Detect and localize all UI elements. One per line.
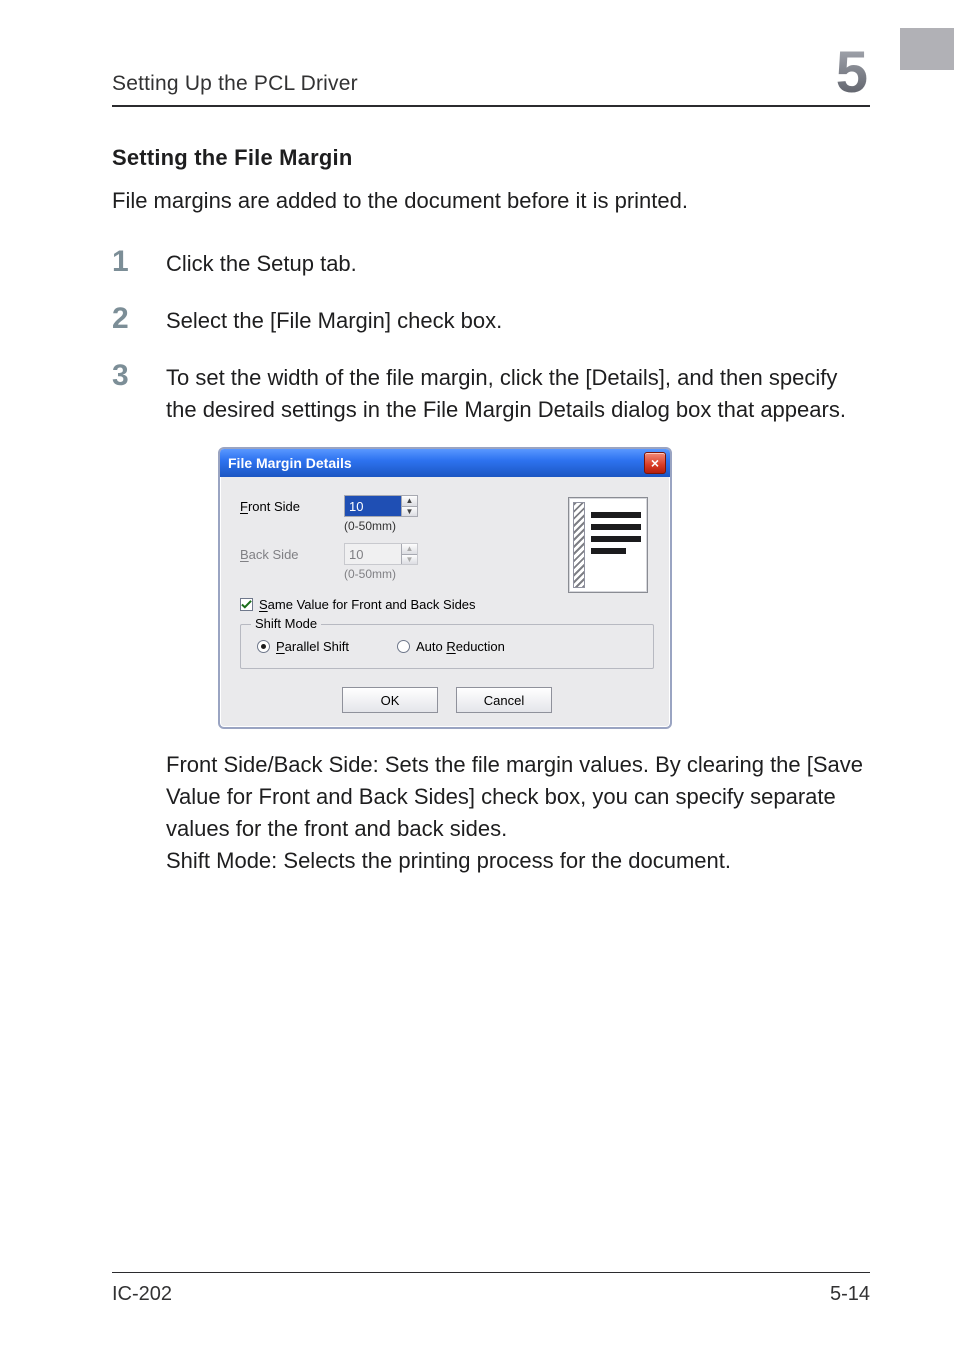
footer-left: IC-202 (112, 1283, 172, 1306)
radio-icon[interactable] (257, 640, 270, 653)
step-number: 2 (112, 302, 138, 334)
parallel-shift-radio[interactable]: Parallel Shift (257, 639, 349, 654)
step-1: 1 Click the Setup tab. (112, 245, 870, 280)
step-text: Click the Setup tab. (166, 245, 357, 280)
auto-reduction-label: Auto Reduction (416, 639, 505, 654)
shift-mode-group: Shift Mode Parallel Shift Auto Reduction (240, 624, 654, 669)
auto-reduction-radio[interactable]: Auto Reduction (397, 639, 505, 654)
header-rule (112, 105, 870, 107)
section-heading: Setting the File Margin (112, 145, 870, 171)
back-side-range: (0-50mm) (344, 567, 538, 581)
spin-up-icon: ▲ (402, 544, 417, 554)
margin-preview (568, 495, 654, 593)
step-number: 3 (112, 359, 138, 391)
dialog-figure: File Margin Details × Front Side (218, 447, 870, 729)
intro-text: File margins are added to the document b… (112, 185, 870, 217)
preview-text-lines-icon (591, 512, 641, 554)
spin-up-icon[interactable]: ▲ (402, 496, 417, 506)
step-2: 2 Select the [File Margin] check box. (112, 302, 870, 337)
step-text: Select the [File Margin] check box. (166, 302, 502, 337)
shift-mode-legend: Shift Mode (251, 616, 321, 631)
front-side-input[interactable] (345, 496, 401, 516)
step-text: To set the width of the file margin, cli… (166, 359, 870, 426)
back-side-input (345, 544, 401, 564)
footer-right: 5-14 (830, 1283, 870, 1306)
preview-margin-band-icon (573, 502, 585, 588)
ok-button[interactable]: OK (342, 687, 438, 713)
running-head: Setting Up the PCL Driver (112, 72, 358, 102)
step-list: 1 Click the Setup tab. 2 Select the [Fil… (112, 245, 870, 426)
back-side-label: Back Side (240, 547, 318, 562)
spin-down-icon: ▼ (402, 554, 417, 565)
step-number: 1 (112, 245, 138, 277)
explanation-shift-mode: Shift Mode: Selects the printing process… (166, 845, 870, 877)
chapter-number: 5 (836, 44, 870, 102)
same-value-label: Same Value for Front and Back Sides (259, 597, 476, 612)
back-side-spinner: ▲ ▼ (344, 543, 418, 565)
explanation-front-back: Front Side/Back Side: Sets the file marg… (166, 749, 870, 845)
front-side-range: (0-50mm) (344, 519, 538, 533)
file-margin-details-dialog: File Margin Details × Front Side (218, 447, 672, 729)
page-tab-decoration (900, 28, 954, 70)
page-footer: IC-202 5-14 (112, 1272, 870, 1306)
spin-down-icon[interactable]: ▼ (402, 506, 417, 517)
same-value-checkbox[interactable]: Same Value for Front and Back Sides (240, 597, 654, 612)
dialog-titlebar: File Margin Details × (220, 449, 670, 477)
step-3: 3 To set the width of the file margin, c… (112, 359, 870, 426)
dialog-title: File Margin Details (228, 455, 352, 471)
cancel-button[interactable]: Cancel (456, 687, 552, 713)
front-side-spinner[interactable]: ▲ ▼ (344, 495, 418, 517)
front-side-label: Front Side (240, 499, 318, 514)
parallel-shift-label: Parallel Shift (276, 639, 349, 654)
checkbox-icon[interactable] (240, 598, 253, 611)
radio-icon[interactable] (397, 640, 410, 653)
close-icon[interactable]: × (644, 452, 666, 474)
